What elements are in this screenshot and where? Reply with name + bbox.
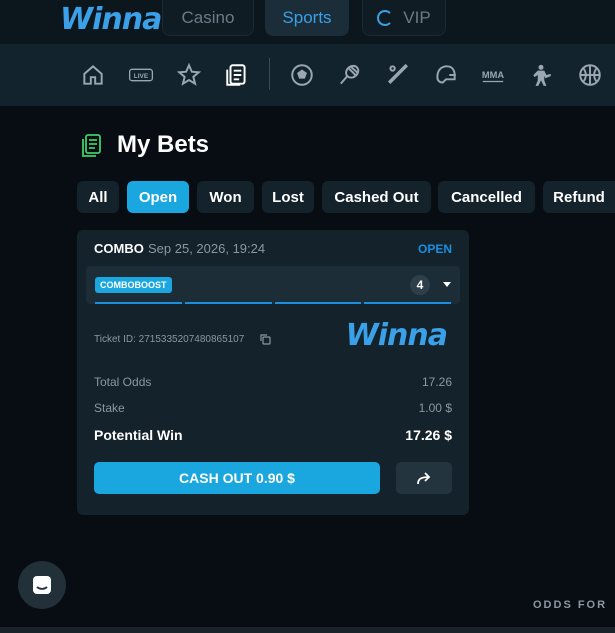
live-label: LIVE (134, 73, 149, 80)
sports-nav: LIVE MMA (0, 44, 615, 106)
page-title: My Bets (117, 131, 210, 158)
winna-logo[interactable]: Winna (60, 2, 162, 37)
live-icon[interactable]: LIVE (125, 60, 157, 90)
ticket-id-label: Ticket ID: (94, 334, 136, 345)
tab-vip[interactable]: VIP (362, 0, 446, 36)
ticket-id: Ticket ID: 2715335207480865107 (94, 334, 244, 345)
tab-vip-label: VIP (403, 7, 431, 27)
ticket-id-value: 2715335207480865107 (138, 334, 245, 345)
bet-date: Sep 25, 2026, 19:24 (148, 241, 266, 256)
share-arrow-icon (417, 472, 431, 485)
filter-won[interactable]: Won (197, 181, 254, 213)
potential-win-label: Potential Win (94, 427, 183, 443)
comboboost-badge: COMBOBOOST (95, 277, 172, 293)
tab-sports-label: Sports (282, 7, 332, 27)
progress-segment (274, 302, 362, 304)
my-bets-icon[interactable] (222, 60, 252, 90)
selection-progress (95, 302, 451, 304)
copy-icon[interactable] (259, 333, 271, 345)
footer-divider (0, 627, 615, 633)
filter-cancelled[interactable]: Cancelled (438, 181, 535, 213)
tab-casino-label: Casino (181, 7, 235, 27)
nav-divider (269, 58, 270, 90)
filter-refund[interactable]: Refund (543, 181, 615, 213)
footer-text: ODDS FOR (533, 599, 608, 611)
basketball-icon[interactable] (575, 60, 605, 90)
filter-cashed-out[interactable]: Cashed Out (322, 181, 431, 213)
filter-lost[interactable]: Lost (262, 181, 314, 213)
soccer-icon[interactable] (287, 60, 317, 90)
my-bets-title-icon (82, 134, 101, 157)
potential-win-value: 17.26 $ (405, 427, 452, 443)
chevron-down-icon (443, 282, 451, 287)
bet-type: COMBO (94, 241, 144, 256)
share-button[interactable] (396, 462, 452, 494)
home-icon[interactable] (78, 60, 108, 90)
star-icon[interactable] (174, 60, 204, 90)
chat-launcher-button[interactable] (18, 561, 66, 609)
mma-label: MMA (482, 70, 504, 80)
american-football-icon[interactable] (431, 60, 461, 90)
top-bar: Winna Casino Sports VIP (0, 0, 615, 44)
bet-card: COMBO Sep 25, 2026, 19:24 OPEN COMBOBOOS… (77, 230, 469, 515)
card-winna-logo: Winna (345, 318, 448, 353)
stake-row: Stake 1.00 $ (94, 401, 452, 415)
stake-label: Stake (94, 401, 125, 415)
tab-sports[interactable]: Sports (265, 0, 349, 36)
selection-count: 4 (410, 275, 430, 295)
progress-segment (184, 302, 272, 304)
esports-icon[interactable] (526, 60, 556, 90)
bet-status: OPEN (417, 242, 452, 256)
filter-open[interactable]: Open (127, 181, 189, 213)
potential-win-row: Potential Win 17.26 $ (94, 427, 452, 443)
tab-casino[interactable]: Casino (162, 0, 254, 36)
progress-segment (364, 302, 451, 304)
cash-out-button[interactable]: CASH OUT 0.90 $ (94, 462, 380, 494)
total-odds-value: 17.26 (421, 375, 452, 389)
vip-loader-icon (377, 9, 394, 26)
combo-selections-toggle[interactable]: COMBOBOOST 4 (86, 266, 460, 304)
progress-segment (95, 302, 182, 304)
total-odds-row: Total Odds 17.26 (94, 375, 452, 389)
tennis-icon[interactable] (335, 60, 365, 90)
baseball-icon[interactable] (383, 60, 413, 90)
filter-all[interactable]: All (77, 181, 119, 213)
chat-icon (33, 576, 51, 594)
mma-icon[interactable]: MMA (478, 60, 508, 90)
total-odds-label: Total Odds (94, 375, 152, 389)
stake-value: 1.00 $ (418, 401, 452, 415)
